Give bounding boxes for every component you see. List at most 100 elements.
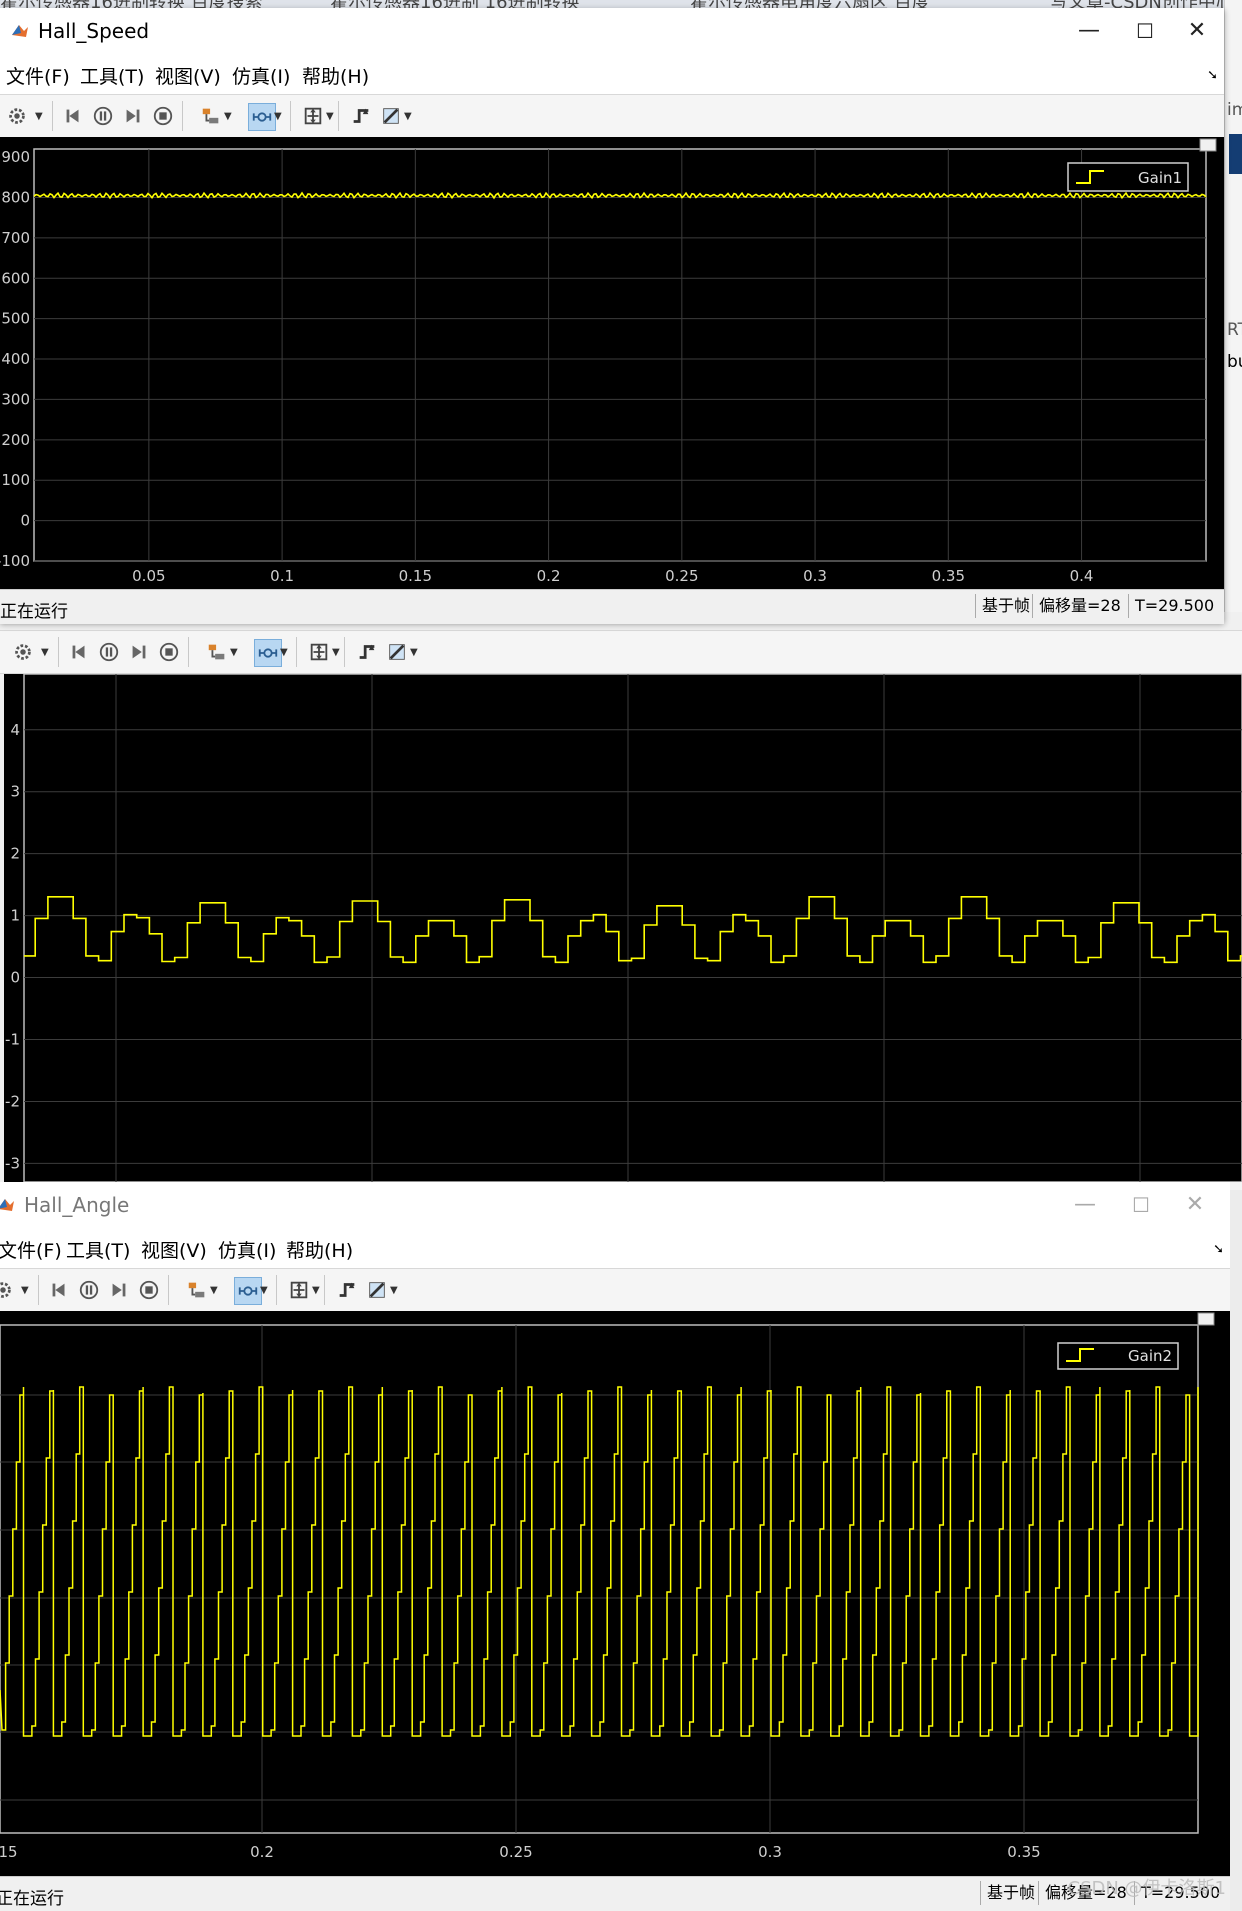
- y-tick-label: -3: [5, 1154, 20, 1172]
- autoscale-button[interactable]: [300, 103, 326, 129]
- menu-simulation[interactable]: 仿真(I): [232, 62, 290, 89]
- maximize-button[interactable]: ☐: [1118, 1190, 1164, 1220]
- menu-dock-icon[interactable]: ➘: [1213, 1242, 1224, 1257]
- dropdown-arrow-icon[interactable]: ▼: [390, 1285, 398, 1296]
- toolbar-separator: [168, 1275, 169, 1305]
- step-back-button[interactable]: [46, 1277, 72, 1303]
- undock-icon: [1199, 138, 1217, 152]
- dropdown-arrow-icon[interactable]: ▼: [312, 1285, 320, 1296]
- measure-button[interactable]: [378, 103, 404, 129]
- window-title: Hall_Angle: [24, 1193, 130, 1217]
- menu-dock-icon[interactable]: ➘: [1207, 68, 1218, 83]
- step-forward-button[interactable]: [126, 639, 152, 665]
- dropdown-arrow-icon[interactable]: ▼: [332, 647, 340, 658]
- y-tick-label: 1: [10, 907, 20, 925]
- step-forward-button[interactable]: [106, 1277, 132, 1303]
- signal-select-icon: [208, 644, 225, 660]
- step-forward-icon: [112, 1283, 126, 1297]
- minimize-button[interactable]: —: [1066, 16, 1112, 46]
- menu-file[interactable]: 文件(F): [0, 1236, 62, 1263]
- dropdown-arrow-icon[interactable]: ▼: [21, 1285, 29, 1296]
- dropdown-arrow-icon[interactable]: ▼: [210, 1285, 218, 1296]
- signal-select-button[interactable]: [204, 639, 230, 665]
- step-forward-button[interactable]: [120, 103, 146, 129]
- x-tick-label: 0.35: [1007, 1843, 1040, 1861]
- menu-view[interactable]: 视图(V): [141, 1236, 207, 1263]
- menu-tools[interactable]: 工具(T): [66, 1236, 130, 1263]
- toolbar-separator: [58, 637, 59, 667]
- status-text: 正在运行: [0, 1889, 64, 1909]
- status-text: 正在运行: [0, 602, 68, 622]
- menu-tools[interactable]: 工具(T): [80, 62, 144, 89]
- dropdown-arrow-icon[interactable]: ▼: [41, 647, 49, 658]
- dropdown-arrow-icon[interactable]: ▼: [326, 111, 334, 122]
- maximize-button[interactable]: ☐: [1122, 16, 1168, 46]
- plot-area-2[interactable]: 4 3 2 1 0 -1 -2 -3: [4, 673, 1242, 1183]
- x-tick-label: 0.25: [665, 567, 698, 585]
- y-tick-label: 600: [1, 269, 30, 287]
- y-tick-label: -1: [5, 1031, 20, 1049]
- step-back-button[interactable]: [66, 639, 92, 665]
- dropdown-arrow-icon[interactable]: ▼: [404, 111, 412, 122]
- zoom-button[interactable]: [248, 103, 276, 131]
- settings-button[interactable]: [4, 103, 30, 129]
- step-back-icon: [72, 645, 85, 659]
- dropdown-arrow-icon[interactable]: ▼: [280, 647, 288, 658]
- browser-tab-3[interactable]: 霍尔传感器电角度六扇区 百度: [690, 0, 930, 8]
- plot-area-3[interactable]: 15 0.2 0.25 0.3 0.35 Gain2: [0, 1311, 1230, 1876]
- signal-select-button[interactable]: [198, 103, 224, 129]
- y-tick-label: 100: [1, 471, 30, 489]
- dropdown-arrow-icon[interactable]: ▼: [410, 647, 418, 658]
- trigger-button[interactable]: [348, 103, 374, 129]
- plot-area-1[interactable]: 900 800 700 600 500 400 300 200 100 0 -100 0.05 0.1 0…: [0, 137, 1224, 589]
- autoscale-button[interactable]: [286, 1277, 312, 1303]
- zoom-button[interactable]: [254, 639, 282, 667]
- stop-button[interactable]: [136, 1277, 162, 1303]
- stop-button[interactable]: [150, 103, 176, 129]
- trigger-button[interactable]: [334, 1277, 360, 1303]
- autoscale-button[interactable]: [306, 639, 332, 665]
- window-title: Hall_Speed: [38, 19, 150, 43]
- dropdown-arrow-icon[interactable]: ▼: [35, 111, 43, 122]
- x-tick-label: 0.1: [270, 567, 294, 585]
- close-button[interactable]: ✕: [1174, 16, 1220, 46]
- pause-button[interactable]: [90, 103, 116, 129]
- trigger-button[interactable]: [354, 639, 380, 665]
- browser-tab-4[interactable]: 写文章-CSDN创作中心: [1050, 0, 1234, 8]
- menu-bar: 文件(F) 工具(T) 视图(V) 仿真(I) 帮助(H) ➘: [0, 54, 1224, 94]
- dropdown-arrow-icon[interactable]: ▼: [230, 647, 238, 658]
- title-bar: Hall_Speed — ☐ ✕: [0, 8, 1224, 54]
- browser-tab-1[interactable]: 霍尔传感器16进制转换 百度搜索: [0, 0, 263, 8]
- zoom-button[interactable]: [234, 1277, 262, 1305]
- pause-button[interactable]: [96, 639, 122, 665]
- menu-file[interactable]: 文件(F): [6, 62, 70, 89]
- settings-button[interactable]: [10, 639, 36, 665]
- legend-label: Gain1: [1138, 169, 1182, 187]
- measure-button[interactable]: [384, 639, 410, 665]
- dropdown-arrow-icon[interactable]: ▼: [260, 1285, 268, 1296]
- dropdown-arrow-icon[interactable]: ▼: [224, 111, 232, 122]
- pause-button[interactable]: [76, 1277, 102, 1303]
- stop-button[interactable]: [156, 639, 182, 665]
- minimize-button[interactable]: —: [1062, 1190, 1108, 1220]
- settings-button[interactable]: [0, 1277, 16, 1303]
- browser-tab-2[interactable]: 霍尔传感器16进制 16进制转换: [330, 0, 580, 8]
- measure-button[interactable]: [364, 1277, 390, 1303]
- legend: Gain1: [1067, 162, 1189, 192]
- zoom-icon: [258, 648, 278, 658]
- dropdown-arrow-icon[interactable]: ▼: [274, 111, 282, 122]
- step-back-button[interactable]: [60, 103, 86, 129]
- toolbar: ▼ ▼ ▼ ▼ ▼: [0, 94, 1224, 138]
- step-back-icon: [66, 109, 79, 123]
- toolbar-separator: [324, 1275, 325, 1305]
- signal-select-button[interactable]: [184, 1277, 210, 1303]
- pause-icon: [79, 1280, 99, 1300]
- signal-select-icon: [188, 1282, 205, 1298]
- legend: Gain2: [1057, 1342, 1179, 1370]
- matlab-logo-icon: [12, 25, 28, 37]
- menu-help[interactable]: 帮助(H): [302, 62, 369, 89]
- close-button[interactable]: ✕: [1172, 1190, 1218, 1220]
- menu-help[interactable]: 帮助(H): [286, 1236, 353, 1263]
- menu-view[interactable]: 视图(V): [155, 62, 221, 89]
- menu-simulation[interactable]: 仿真(I): [218, 1236, 276, 1263]
